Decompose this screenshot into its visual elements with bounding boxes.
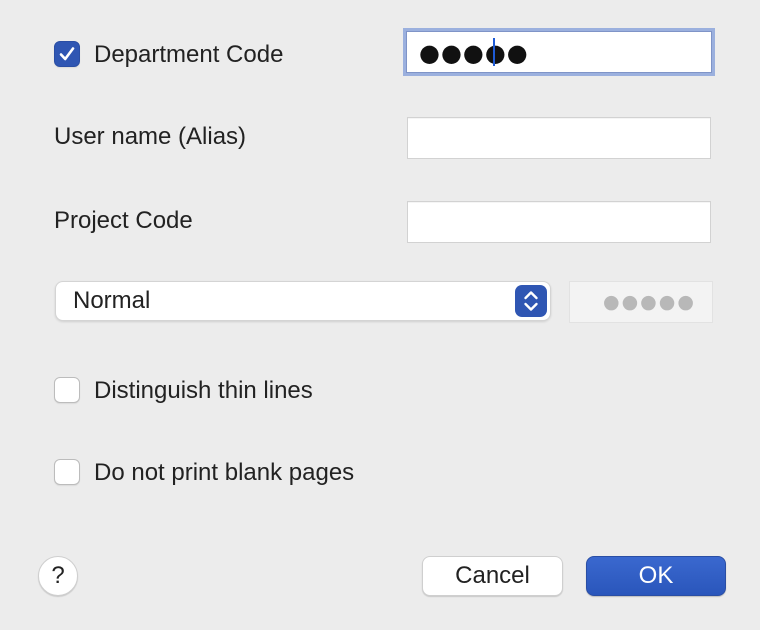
print-mode-password-field: ●●●●● xyxy=(569,281,713,323)
cancel-button[interactable]: Cancel xyxy=(422,556,563,596)
department-code-field[interactable]: ●●●●● xyxy=(406,31,712,73)
text-caret xyxy=(493,38,495,66)
print-mode-password-masked: ●●●●● xyxy=(603,291,696,313)
department-code-label: Department Code xyxy=(94,41,284,68)
popup-stepper-icon[interactable] xyxy=(515,285,547,317)
user-name-label: User name (Alias) xyxy=(54,123,247,150)
distinguish-thin-lines-checkbox[interactable] xyxy=(54,377,80,403)
checkmark-icon xyxy=(59,47,75,61)
print-mode-selected: Normal xyxy=(73,287,151,314)
department-code-masked-value: ●●●●● xyxy=(419,39,529,67)
distinguish-thin-lines-label: Distinguish thin lines xyxy=(94,377,313,404)
project-code-label: Project Code xyxy=(54,207,193,234)
user-name-field[interactable] xyxy=(407,117,711,159)
print-mode-popup[interactable]: Normal xyxy=(55,281,551,321)
help-button[interactable]: ? xyxy=(38,556,78,596)
chevron-up-down-icon xyxy=(524,291,538,311)
print-options-dialog: Department Code ●●●●● User name (Alias) … xyxy=(0,0,760,630)
skip-blank-pages-label: Do not print blank pages xyxy=(94,459,355,486)
skip-blank-pages-checkbox[interactable] xyxy=(54,459,80,485)
ok-button[interactable]: OK xyxy=(586,556,726,596)
department-code-checkbox[interactable] xyxy=(54,41,80,67)
project-code-field[interactable] xyxy=(407,201,711,243)
